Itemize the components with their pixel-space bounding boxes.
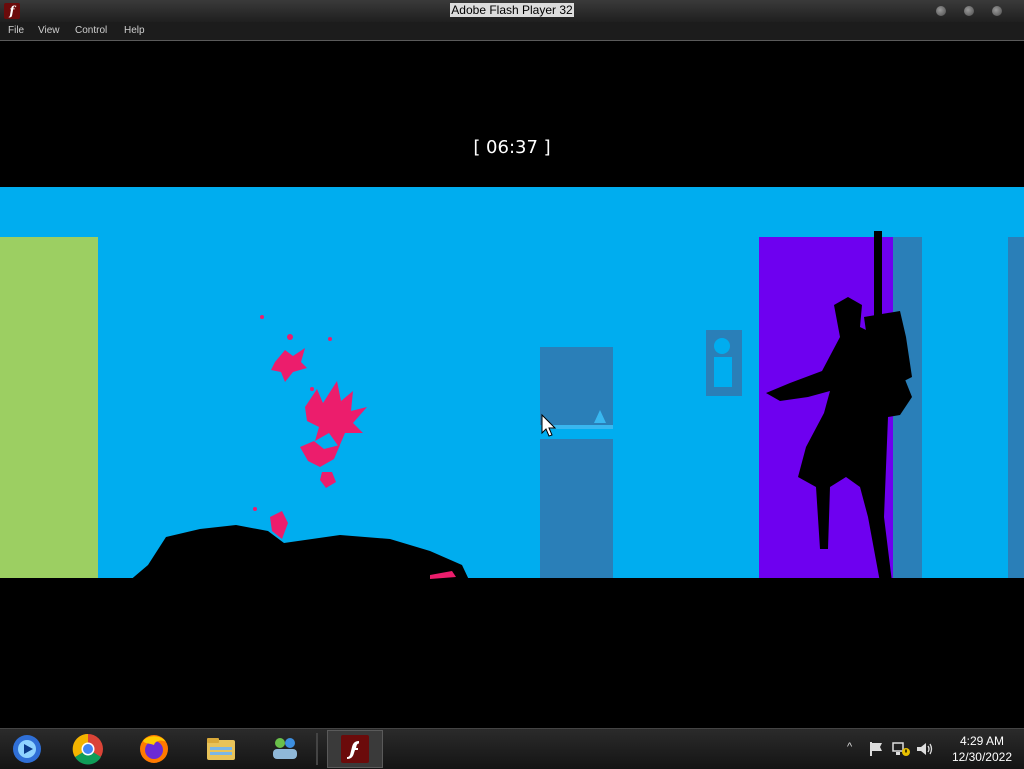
menu-file[interactable]: File	[8, 25, 24, 36]
minimize-button[interactable]	[936, 6, 946, 16]
file-explorer-icon[interactable]	[204, 733, 238, 765]
system-clock[interactable]: 4:29 AM 12/30/2022	[952, 733, 1012, 765]
media-player-icon[interactable]	[10, 733, 44, 765]
flash-player-icon	[341, 735, 369, 763]
center-panel-top	[540, 347, 613, 425]
restroom-sign-head	[714, 338, 730, 354]
game-timer: [ 06:37 ]	[473, 137, 551, 158]
taskbar: ^ 4:29 AM 12/30/2022	[0, 728, 1024, 769]
title-bar: f Adobe Flash Player 32	[0, 0, 1024, 22]
menu-help[interactable]: Help	[124, 25, 145, 36]
menu-bar: File View Control Help	[0, 22, 1024, 41]
tray-overflow-chevron[interactable]: ^	[847, 741, 852, 753]
game-scene-graphics	[0, 231, 1024, 582]
network-people-icon[interactable]	[268, 733, 302, 765]
fallen-body-silhouette	[128, 525, 470, 582]
menu-control[interactable]: Control	[75, 25, 107, 36]
network-status-icon[interactable]	[892, 741, 910, 757]
flash-player-taskbar-button[interactable]	[327, 730, 383, 768]
game-scene[interactable]	[0, 187, 1024, 582]
center-panel-bottom	[540, 439, 613, 582]
close-button[interactable]	[992, 6, 1002, 16]
window-title-text: Adobe Flash Player 32	[450, 3, 574, 17]
chrome-icon[interactable]	[71, 733, 105, 765]
blood-splatter	[253, 315, 406, 567]
clock-time: 4:29 AM	[959, 734, 1004, 748]
volume-icon[interactable]	[916, 741, 934, 757]
firefox-icon[interactable]	[137, 733, 171, 765]
flash-stage[interactable]: [ 06:37 ]	[0, 41, 1024, 728]
clock-date: 12/30/2022	[951, 750, 1012, 764]
maximize-button[interactable]	[964, 6, 974, 16]
taskbar-separator	[316, 733, 318, 765]
center-panel-shelf	[548, 425, 613, 429]
window-title: Adobe Flash Player 32	[0, 3, 1024, 17]
green-wall	[0, 237, 98, 582]
restroom-sign-body	[714, 357, 732, 387]
action-center-flag-icon[interactable]	[868, 741, 884, 757]
far-right-panel	[1008, 237, 1024, 582]
menu-view[interactable]: View	[38, 25, 60, 36]
